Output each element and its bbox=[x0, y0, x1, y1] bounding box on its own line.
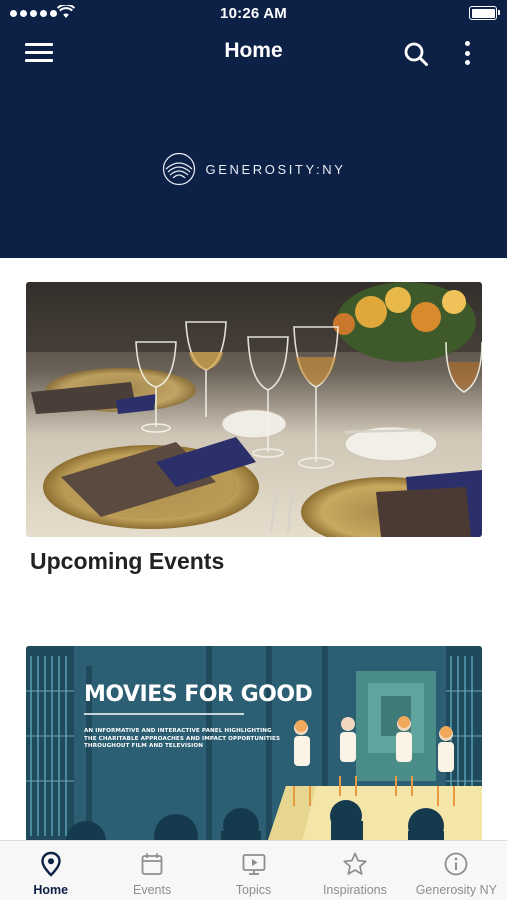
logo-text: GENEROSITY:NY bbox=[205, 161, 346, 177]
table-setting-illustration bbox=[26, 282, 482, 537]
generosity-logo: GENEROSITY:NY bbox=[0, 152, 507, 186]
page-title: Home bbox=[224, 39, 283, 62]
movies-for-good-card[interactable]: MOVIES FOR GOOD AN INFORMATIVE AND INTER… bbox=[26, 646, 482, 846]
tab-home[interactable]: Home bbox=[0, 841, 101, 900]
tab-generosity-ny[interactable]: Generosity NY bbox=[406, 841, 507, 900]
status-bar: 10:26 AM bbox=[0, 0, 507, 28]
upcoming-events-title[interactable]: Upcoming Events bbox=[30, 548, 224, 575]
app-header: 10:26 AM Home GENEROSITY:NY bbox=[0, 0, 507, 258]
bottom-tab-bar: Home Events Topics Inspirations Generosi… bbox=[0, 840, 507, 900]
tab-home-label: Home bbox=[33, 883, 69, 897]
location-pin-icon bbox=[41, 851, 61, 877]
logo-mark-icon bbox=[162, 152, 195, 186]
search-icon[interactable] bbox=[403, 41, 429, 67]
movies-for-good-headline: MOVIES FOR GOOD bbox=[84, 682, 313, 707]
battery-icon bbox=[469, 6, 500, 20]
movies-for-good-subtext: AN INFORMATIVE AND INTERACTIVE PANEL HIG… bbox=[84, 728, 281, 750]
tab-inspirations-label: Inspirations bbox=[322, 883, 387, 897]
nav-bar: Home bbox=[0, 28, 507, 78]
tab-inspirations[interactable]: Inspirations bbox=[304, 841, 405, 900]
tab-generosity-ny-label: Generosity NY bbox=[415, 883, 497, 897]
star-icon bbox=[343, 852, 367, 875]
calendar-icon bbox=[141, 853, 163, 875]
status-time: 10:26 AM bbox=[220, 5, 287, 22]
tab-events[interactable]: Events bbox=[101, 841, 202, 900]
upcoming-events-image[interactable] bbox=[26, 282, 482, 537]
tab-topics-label: Topics bbox=[235, 883, 272, 897]
info-icon bbox=[444, 852, 468, 876]
video-screen-icon bbox=[242, 854, 265, 875]
tab-topics[interactable]: Topics bbox=[203, 841, 304, 900]
more-vertical-icon[interactable] bbox=[457, 39, 477, 67]
tab-events-label: Events bbox=[133, 883, 172, 897]
